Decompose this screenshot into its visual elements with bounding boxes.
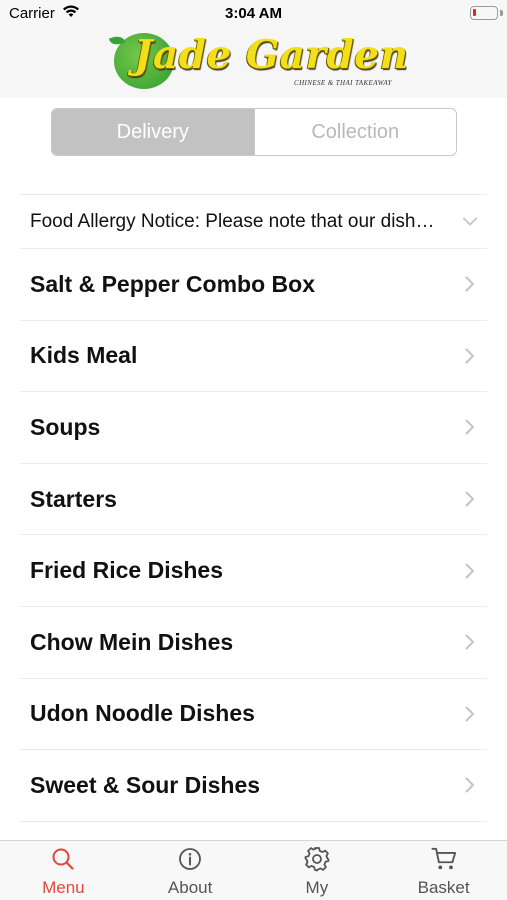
category-row-kids-meal[interactable]: Kids Meal [20,321,487,393]
header: Jade Garden CHINESE & THAI TAKEAWAY [0,26,507,98]
category-label: Sweet & Sour Dishes [30,771,261,798]
collection-segment[interactable]: Collection [253,109,457,155]
tab-my[interactable]: My [254,841,381,900]
tab-basket[interactable]: Basket [380,841,507,900]
category-label: Chow Mein Dishes [30,628,234,655]
status-bar: Carrier 3:04 AM [0,0,507,26]
gear-icon [304,846,330,872]
category-row-udon-noodle-dishes[interactable]: Udon Noodle Dishes [20,679,487,751]
delivery-segment[interactable]: Delivery [52,109,254,155]
logo-subtitle: CHINESE & THAI TAKEAWAY [294,79,392,87]
info-icon [177,846,203,872]
tab-basket-label: Basket [417,878,470,897]
status-time: 3:04 AM [225,5,282,22]
category-row-starters[interactable]: Starters [20,464,487,536]
allergy-notice-row[interactable]: Food Allergy Notice: Please note that ou… [20,195,487,249]
category-label: Soups [30,413,101,440]
tab-my-label: My [305,878,329,897]
chevron-right-icon [463,562,477,580]
category-label: Kids Meal [30,342,138,369]
category-row-fried-rice-dishes[interactable]: Fried Rice Dishes [20,535,487,607]
category-label: Salt & Pepper Combo Box [30,270,315,297]
chevron-down-icon [463,213,477,231]
category-label: Fried Rice Dishes [30,557,224,584]
chevron-right-icon [463,490,477,508]
cart-icon [431,846,457,872]
chevron-right-icon [463,633,477,651]
tab-menu-label: Menu [42,878,85,897]
category-row-soups[interactable]: Soups [20,392,487,464]
category-row-chow-mein-dishes[interactable]: Chow Mein Dishes [20,607,487,679]
logo-title: Jade Garden [134,32,409,78]
chevron-right-icon [463,776,477,794]
tab-bar: Menu About My Basket [0,840,507,900]
chevron-right-icon [463,275,477,293]
chevron-right-icon [463,347,477,365]
search-icon [50,846,76,872]
category-label: Udon Noodle Dishes [30,700,255,727]
order-type-segmented-control: Delivery Collection [51,108,457,156]
category-label: Starters [30,485,117,512]
restaurant-logo: Jade Garden CHINESE & THAI TAKEAWAY [104,26,408,98]
allergy-notice-text: Food Allergy Notice: Please note that ou… [30,210,440,232]
chevron-right-icon [463,705,477,723]
battery-tip [500,10,503,16]
menu-category-list: Food Allergy Notice: Please note that ou… [20,194,487,822]
tab-about-label: About [167,878,213,897]
battery-icon [470,6,498,20]
tab-about[interactable]: About [127,841,254,900]
chevron-right-icon [463,418,477,436]
tab-menu[interactable]: Menu [0,841,127,900]
category-row-sweet-sour-dishes[interactable]: Sweet & Sour Dishes [20,750,487,822]
category-row-salt-pepper-combo-box[interactable]: Salt & Pepper Combo Box [20,249,487,321]
